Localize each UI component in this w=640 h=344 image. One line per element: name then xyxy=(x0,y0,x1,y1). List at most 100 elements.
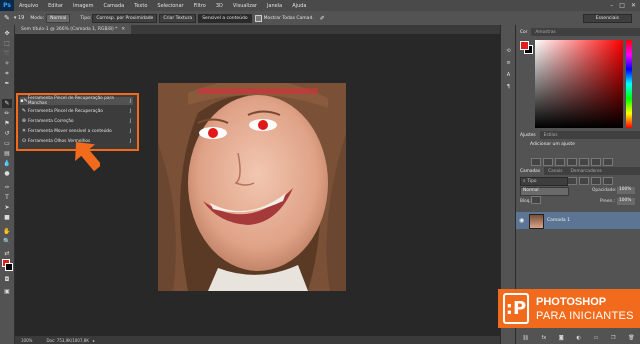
clone-stamp-tool-icon[interactable]: ⚑ xyxy=(2,119,12,128)
quick-mask-icon[interactable]: ◘ xyxy=(2,275,12,284)
flyout-item-content-aware-move[interactable]: ✕ Ferramenta Mover sensível a conteúdo J xyxy=(20,127,133,135)
flyout-item-patch[interactable]: ⊛ Ferramenta Correção J xyxy=(20,117,133,125)
healing-tool-icon[interactable]: ✎ xyxy=(2,99,12,108)
brightness-icon[interactable] xyxy=(531,158,541,166)
hue-slider[interactable] xyxy=(626,40,632,128)
tab-paths[interactable]: Demarcadores xyxy=(567,169,606,174)
gradient-map-icon[interactable] xyxy=(603,177,613,185)
adjustment-layer-icon[interactable]: ◐ xyxy=(576,335,580,341)
layer-row[interactable]: ◉ Camada 1 xyxy=(516,212,640,229)
opacity-input[interactable]: 100% xyxy=(617,187,635,194)
group-icon[interactable]: ▭ xyxy=(594,335,599,341)
quick-selection-tool-icon[interactable]: ✧ xyxy=(2,59,12,68)
content-aware-button[interactable]: Sensível a conteúdo xyxy=(198,13,252,23)
visibility-eye-icon[interactable]: ◉ xyxy=(519,217,524,224)
posterize-icon[interactable] xyxy=(579,177,589,185)
shape-tool-icon[interactable]: ■ xyxy=(2,213,12,222)
mode-select[interactable]: Normal xyxy=(46,13,71,23)
marquee-tool-icon[interactable]: ⬚ xyxy=(2,39,12,48)
workspace-select[interactable]: Essenciais xyxy=(582,13,632,23)
zoom-tool-icon[interactable]: 🔍 xyxy=(2,237,12,246)
layer-style-icon[interactable]: fx xyxy=(541,335,546,341)
flyout-item-healing-brush[interactable]: ✎ Ferramenta Pincel de Recuperação J xyxy=(20,107,133,115)
link-layers-icon[interactable]: ⛓ xyxy=(522,335,528,341)
brush-tool-icon[interactable]: ✏ xyxy=(2,109,12,118)
hand-tool-icon[interactable]: ✋ xyxy=(2,227,12,236)
tool-preset-icon[interactable]: ✎ xyxy=(4,14,10,22)
close-button[interactable]: ✕ xyxy=(631,2,636,9)
gradient-tool-icon[interactable]: ▤ xyxy=(2,149,12,158)
fill-label: Preen.: xyxy=(600,199,616,204)
history-panel-icon[interactable]: ⟲ xyxy=(504,47,513,55)
color-picker-field[interactable] xyxy=(535,40,623,128)
create-texture-button[interactable]: Criar Textura xyxy=(159,13,197,23)
swap-colors-icon[interactable]: ⇄ xyxy=(2,249,12,258)
sample-all-label: Mostrar Todas Camad. xyxy=(263,15,314,21)
screen-mode-icon[interactable]: ▣ xyxy=(2,287,12,296)
tab-styles[interactable]: Estilos xyxy=(540,133,562,138)
levels-icon[interactable] xyxy=(543,158,553,166)
properties-panel-icon[interactable]: ≡ xyxy=(504,59,513,67)
character-panel-icon[interactable]: A xyxy=(504,71,513,79)
fill-input[interactable]: 100% xyxy=(617,198,635,205)
delete-layer-icon[interactable]: 🗑 xyxy=(628,335,634,341)
threshold-icon[interactable] xyxy=(591,177,601,185)
type-tool-icon[interactable]: T xyxy=(2,193,12,202)
pen-tool-icon[interactable]: ✑ xyxy=(2,183,12,192)
tab-channels[interactable]: Canais xyxy=(544,169,566,174)
portrait-image xyxy=(158,83,346,291)
menu-selecionar[interactable]: Selecionar xyxy=(152,3,188,9)
menu-janela[interactable]: Janela xyxy=(262,3,287,9)
path-selection-tool-icon[interactable]: ➤ xyxy=(2,203,12,212)
zoom-level[interactable]: 100% xyxy=(21,338,32,343)
tab-adjustments[interactable]: Ajustes xyxy=(516,131,540,139)
menu-filtro[interactable]: Filtro xyxy=(189,3,211,9)
tab-color[interactable]: Cor xyxy=(516,28,532,36)
mode-label: Modo: xyxy=(30,15,45,21)
menu-texto[interactable]: Texto xyxy=(129,3,152,9)
dodge-tool-icon[interactable]: ● xyxy=(2,169,12,178)
layer-filter-select[interactable]: ⌕ Tipo xyxy=(520,177,568,186)
exposure-icon[interactable] xyxy=(567,158,577,166)
paragraph-panel-icon[interactable]: ¶ xyxy=(504,83,513,91)
selective-color-icon[interactable] xyxy=(531,196,541,204)
menu-visualizar[interactable]: Visualizar xyxy=(228,3,262,9)
menu-arquivo[interactable]: Arquivo xyxy=(14,3,43,9)
proximity-match-button[interactable]: Corresp. por Proximidade xyxy=(92,13,158,23)
tab-swatches[interactable]: Amostras xyxy=(531,30,559,35)
curves-icon[interactable] xyxy=(555,158,565,166)
brush-size-picker[interactable]: ▾ 19 xyxy=(14,15,24,21)
history-brush-tool-icon[interactable]: ↺ xyxy=(2,129,12,138)
tab-layers[interactable]: Camadas xyxy=(516,167,545,175)
new-layer-icon[interactable]: ❐ xyxy=(611,335,615,341)
menu-imagem[interactable]: Imagem xyxy=(68,3,99,9)
flyout-item-spot-healing[interactable]: ▪✎ Ferramenta Pincel de Recuperação para… xyxy=(20,96,133,106)
layer-name[interactable]: Camada 1 xyxy=(547,218,570,223)
color-balance-icon[interactable] xyxy=(603,158,613,166)
foreground-color-chip[interactable] xyxy=(520,41,529,50)
menu-editar[interactable]: Editar xyxy=(43,3,68,9)
crop-tool-icon[interactable]: ⌗ xyxy=(2,69,12,78)
document-image[interactable] xyxy=(158,83,346,291)
move-tool-icon[interactable]: ✥ xyxy=(2,29,12,38)
blur-tool-icon[interactable]: 💧 xyxy=(2,159,12,168)
vibrance-icon[interactable] xyxy=(579,158,589,166)
document-tab[interactable]: Sem título-1 @ 366% (Camada 1, RGB/8) * … xyxy=(15,25,132,34)
blend-mode-select[interactable]: Normal xyxy=(520,187,569,196)
add-mask-icon[interactable]: ◙ xyxy=(559,335,564,341)
background-color-swatch[interactable] xyxy=(5,263,13,271)
lasso-tool-icon[interactable]: ➰ xyxy=(2,49,12,58)
eraser-tool-icon[interactable]: ▭ xyxy=(2,139,12,148)
eyedropper-tool-icon[interactable]: ✒ xyxy=(2,79,12,88)
close-tab-icon[interactable]: ✕ xyxy=(121,27,125,32)
maximize-button[interactable]: □ xyxy=(619,2,625,9)
invert-icon[interactable] xyxy=(567,177,577,185)
minimize-button[interactable]: – xyxy=(610,2,613,9)
menu-camada[interactable]: Camada xyxy=(98,3,129,9)
menu-ajuda[interactable]: Ajuda xyxy=(287,3,311,9)
hue-saturation-icon[interactable] xyxy=(591,158,601,166)
sample-all-checkbox[interactable] xyxy=(254,14,262,22)
status-menu-arrow-icon[interactable]: ▸ xyxy=(93,338,95,343)
menu-3d[interactable]: 3D xyxy=(211,3,228,9)
pressure-icon[interactable]: ✐ xyxy=(320,15,325,22)
